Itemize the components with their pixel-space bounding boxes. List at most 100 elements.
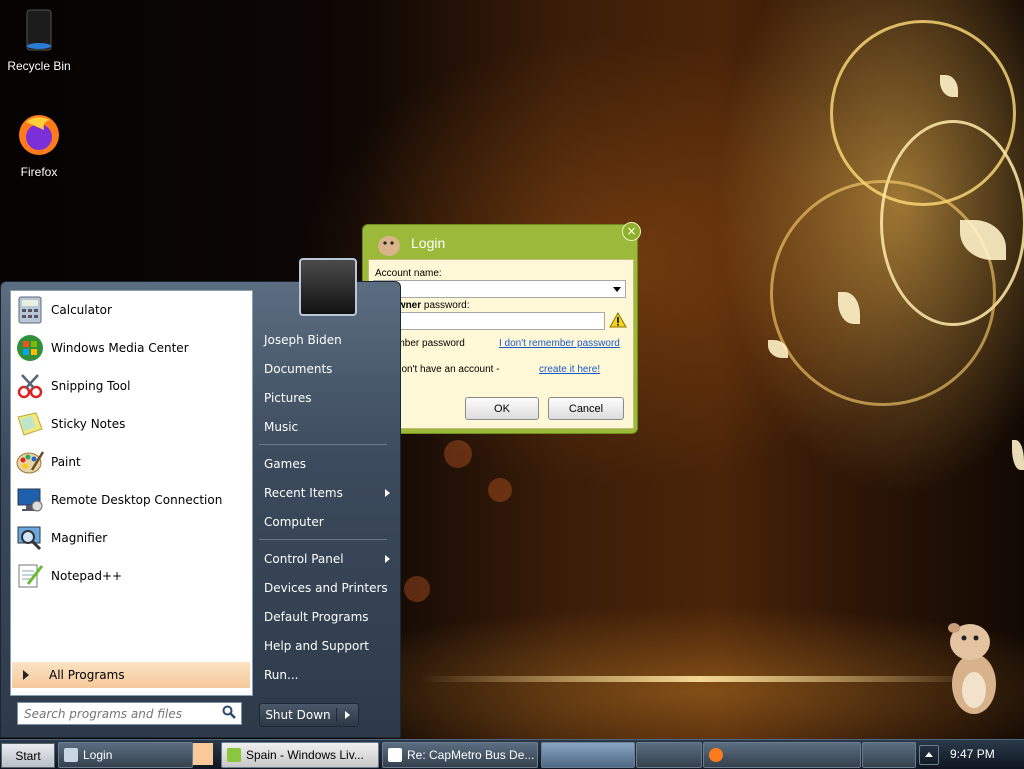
start-item-music[interactable]: Music xyxy=(264,420,298,434)
start-item-devices-printers[interactable]: Devices and Printers xyxy=(264,581,388,595)
document-icon xyxy=(388,748,402,762)
taskbar-button-login[interactable]: Login xyxy=(58,742,193,768)
shutdown-options-arrow-icon[interactable] xyxy=(345,711,350,719)
firefox-icon xyxy=(1,112,77,161)
start-item-pictures[interactable]: Pictures xyxy=(264,391,312,405)
wallpaper-swirl xyxy=(770,180,996,406)
taskbar-button-group[interactable] xyxy=(636,742,702,768)
program-item-notepad-plus-plus[interactable]: Notepad++ xyxy=(13,559,249,593)
shutdown-button[interactable]: Shut Down xyxy=(259,703,359,727)
sticky-notes-icon xyxy=(15,409,45,439)
start-menu-programs-pane: Calculator Windows Media Center Snipping… xyxy=(10,290,253,696)
desktop-icon-recycle-bin[interactable]: Recycle Bin xyxy=(1,8,77,73)
firefox-icon xyxy=(709,748,723,762)
start-item-user[interactable]: Joseph Biden xyxy=(264,333,342,347)
app-icon xyxy=(64,748,78,762)
chevron-down-icon xyxy=(613,287,621,292)
ok-button[interactable]: OK xyxy=(465,397,539,420)
program-label: Windows Media Center xyxy=(51,341,189,355)
snipping-tool-icon xyxy=(15,371,45,401)
start-item-run[interactable]: Run... xyxy=(264,668,298,682)
start-label: Start xyxy=(15,748,41,763)
program-label: Remote Desktop Connection xyxy=(51,493,223,507)
start-item-games[interactable]: Games xyxy=(264,457,306,471)
program-label: Snipping Tool xyxy=(51,379,131,393)
search-box[interactable] xyxy=(17,702,242,725)
magnifier-icon xyxy=(15,523,45,553)
clock[interactable]: 9:47 PM xyxy=(950,747,995,761)
start-item-default-programs[interactable]: Default Programs xyxy=(264,610,369,624)
password-field[interactable] xyxy=(373,312,605,330)
remote-desktop-icon xyxy=(15,485,45,515)
program-item-paint[interactable]: Paint xyxy=(13,445,249,479)
taskbar: Start Login Spain - Windows Liv... Re: C… xyxy=(0,739,1024,769)
show-hidden-icons-button[interactable] xyxy=(919,745,939,765)
wallpaper-bokeh xyxy=(444,440,472,468)
start-item-help-support[interactable]: Help and Support xyxy=(264,639,369,653)
program-item-calculator[interactable]: Calculator xyxy=(13,293,249,327)
warning-icon xyxy=(609,311,627,328)
taskbar-color-block xyxy=(193,743,213,765)
start-menu: Calculator Windows Media Center Snipping… xyxy=(0,258,401,738)
program-label: Sticky Notes xyxy=(51,417,126,431)
all-programs-label: All Programs xyxy=(49,668,125,682)
create-account-link[interactable]: create it here! xyxy=(539,364,600,375)
start-item-documents[interactable]: Documents xyxy=(264,362,332,376)
messenger-icon xyxy=(227,748,241,762)
taskbar-button-group[interactable] xyxy=(703,742,861,768)
submenu-arrow-icon xyxy=(385,489,390,497)
program-item-magnifier[interactable]: Magnifier xyxy=(13,521,249,555)
program-label: Paint xyxy=(51,455,81,469)
start-item-control-panel[interactable]: Control Panel xyxy=(264,552,344,566)
separator xyxy=(259,444,387,445)
windows-media-center-icon xyxy=(15,333,45,363)
login-dialog: Login × Account name: unt owner password… xyxy=(362,222,641,434)
wallpaper-glow xyxy=(420,676,980,682)
notepad-plus-plus-icon xyxy=(15,561,45,591)
desktop-icon-firefox[interactable]: Firefox xyxy=(1,112,77,179)
paint-icon xyxy=(15,447,45,477)
taskbar-button-mail[interactable]: Re: CapMetro Bus De... xyxy=(382,742,538,768)
start-item-computer[interactable]: Computer xyxy=(264,515,324,529)
close-icon[interactable]: × xyxy=(622,222,641,241)
program-label: Calculator xyxy=(51,303,112,317)
shutdown-label: Shut Down xyxy=(260,708,337,722)
program-label: Magnifier xyxy=(51,531,108,545)
taskbar-button-label: Re: CapMetro Bus De... xyxy=(407,748,535,762)
search-icon[interactable] xyxy=(222,705,236,722)
password-label-suffix: password: xyxy=(421,300,470,311)
triangle-right-icon xyxy=(23,670,29,680)
separator xyxy=(259,539,387,540)
taskbar-button-messenger[interactable]: Spain - Windows Liv... xyxy=(221,742,379,768)
dialog-title: Login xyxy=(411,235,446,251)
recycle-bin-icon xyxy=(1,8,77,55)
program-label: Notepad++ xyxy=(51,569,123,583)
program-item-remote-desktop-connection[interactable]: Remote Desktop Connection xyxy=(13,483,249,517)
search-input[interactable] xyxy=(22,705,216,722)
login-form: Account name: unt owner password: emembe… xyxy=(368,259,634,429)
wallpaper-bokeh xyxy=(488,478,512,502)
program-item-windows-media-center[interactable]: Windows Media Center xyxy=(13,331,249,365)
desktop-icon-label: Recycle Bin xyxy=(7,59,71,73)
account-name-select[interactable] xyxy=(373,280,626,298)
hamster-mascot[interactable] xyxy=(944,620,1004,716)
program-item-sticky-notes[interactable]: Sticky Notes xyxy=(13,407,249,441)
forgot-password-link[interactable]: I don't remember password xyxy=(499,338,620,349)
account-name-label: Account name: xyxy=(375,268,442,279)
hamster-logo-icon xyxy=(375,231,403,257)
wallpaper-bokeh xyxy=(404,576,430,602)
taskbar-button-group[interactable] xyxy=(862,742,916,768)
submenu-arrow-icon xyxy=(385,555,390,563)
start-button[interactable]: Start xyxy=(1,743,55,768)
user-picture-icon[interactable] xyxy=(299,258,357,316)
chevron-up-icon xyxy=(925,752,933,757)
desktop-icon-label: Firefox xyxy=(20,165,58,179)
start-item-recent-items[interactable]: Recent Items xyxy=(264,486,343,500)
taskbar-button-group[interactable] xyxy=(541,742,635,768)
all-programs-button[interactable]: All Programs xyxy=(12,662,250,688)
taskbar-button-label: Spain - Windows Liv... xyxy=(246,748,364,762)
taskbar-button-label: Login xyxy=(83,748,113,762)
calculator-icon xyxy=(15,295,45,325)
program-item-snipping-tool[interactable]: Snipping Tool xyxy=(13,369,249,403)
cancel-button[interactable]: Cancel xyxy=(548,397,624,420)
